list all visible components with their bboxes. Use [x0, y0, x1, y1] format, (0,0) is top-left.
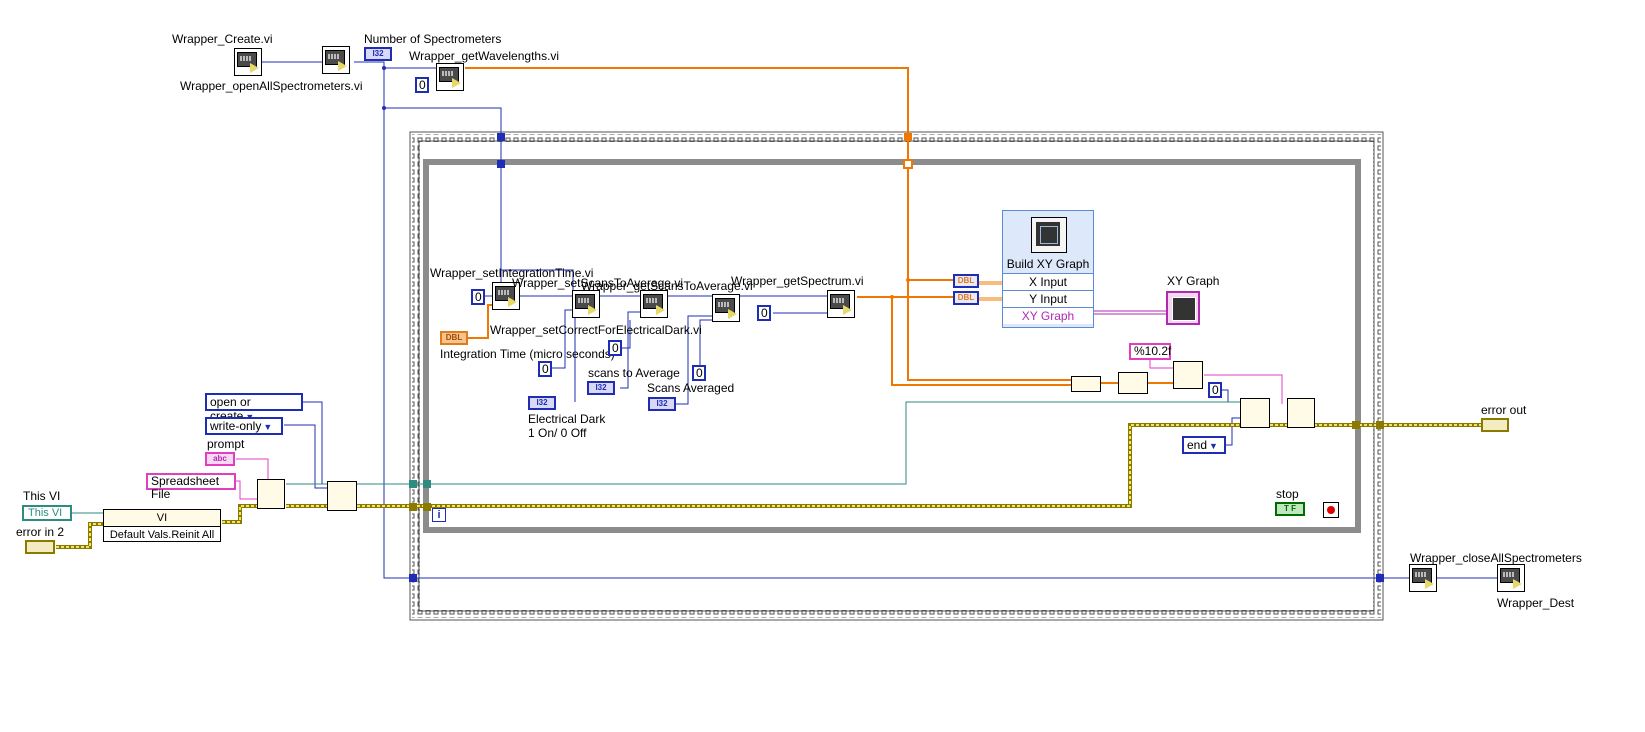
block-diagram — [56, 61, 1497, 621]
label-xy-graph: XY Graph — [1167, 274, 1220, 288]
label-electrical-dark-onoff: 1 On/ 0 Off — [528, 426, 587, 440]
write-only-value: write-only — [210, 419, 262, 433]
property-node-class: VI — [104, 510, 220, 527]
wrapper-set-correct-electrical-dark-vi[interactable] — [572, 290, 600, 318]
label-integration-time: Integration Time (micro seconds) — [440, 347, 615, 361]
label-electrical-dark: Electrical Dark — [528, 412, 606, 426]
wrapper-set-scans-to-average-vi[interactable] — [640, 290, 668, 318]
x-array-conversion[interactable]: DBL — [953, 274, 979, 288]
wrapper-close-all-spectrometers-vi[interactable] — [1409, 564, 1437, 592]
build-array-function[interactable] — [1071, 376, 1101, 392]
build-xy-graph-icon — [1031, 217, 1067, 253]
xy-graph-indicator[interactable] — [1166, 291, 1200, 325]
electrical-dark-index-constant[interactable]: 0 — [538, 361, 552, 377]
dbl-array-wires — [978, 281, 1003, 301]
property-node-property: Default Vals.Reinit All — [109, 529, 215, 541]
scans-averaged-indicator[interactable]: I32 — [648, 397, 676, 411]
label-scans-to-average: scans to Average — [588, 366, 680, 380]
label-prompt: prompt — [207, 437, 245, 451]
scans-index-constant[interactable]: 0 — [608, 340, 622, 356]
chevron-down-icon: ▼ — [1209, 441, 1218, 451]
build-xy-graph-express-vi[interactable]: Build XY Graph X Input Y Input XY Graph — [1002, 210, 1094, 328]
format-string-constant[interactable]: %10.2f — [1129, 343, 1171, 360]
label-this-vi: This VI — [23, 489, 61, 503]
wrapper-create-vi[interactable] — [234, 48, 262, 76]
wrapper-get-wavelengths-vi[interactable] — [436, 63, 464, 91]
wrapper-open-all-spectrometers-vi[interactable] — [322, 46, 350, 74]
label-wrapper-open-all: Wrapper_openAllSpectrometers.vi — [180, 79, 363, 93]
wrapper-destroy-vi[interactable] — [1497, 564, 1525, 592]
end-position-ring[interactable]: end ▼ — [1182, 436, 1226, 454]
get-scans-index-constant[interactable]: 0 — [692, 365, 706, 381]
iteration-terminal: i — [432, 508, 446, 522]
spectrum-index-constant[interactable]: 0 — [757, 305, 771, 321]
write-only-ring[interactable]: write-only ▼ — [205, 417, 283, 435]
wrapper-get-scans-to-average-vi[interactable] — [712, 294, 740, 322]
label-error-out: error out — [1481, 403, 1527, 417]
label-wrapper-get-wavelengths: Wrapper_getWavelengths.vi — [409, 49, 560, 63]
error-in-2-control[interactable] — [25, 540, 55, 554]
label-error-in-2: error in 2 — [16, 525, 65, 539]
error-out-indicator[interactable] — [1481, 418, 1509, 432]
prompt-control[interactable]: abc — [205, 452, 235, 466]
integration-index-constant[interactable]: 0 — [471, 289, 485, 305]
scans-to-average-control[interactable]: I32 — [587, 381, 615, 395]
wrapper-get-spectrum-vi[interactable] — [827, 290, 855, 318]
build-xy-graph-title: Build XY Graph — [1006, 257, 1090, 271]
integration-time-control[interactable]: DBL — [440, 331, 468, 345]
cluster-wire — [1094, 310, 1167, 315]
number-of-spectrometers-indicator[interactable]: I32 — [364, 47, 392, 61]
vi-property-node[interactable]: VI Default Vals.Reinit All — [103, 509, 221, 542]
stop-button-terminal[interactable]: T F — [1275, 502, 1305, 516]
label-wrapper-set-correct-electrical-dark: Wrapper_setCorrectForElectricalDark.vi — [490, 323, 702, 337]
label-wrapper-create: Wrapper_Create.vi — [172, 32, 273, 46]
label-number-of-spectrometers: Number of Spectrometers — [364, 32, 502, 46]
loop-condition-terminal[interactable] — [1323, 502, 1339, 518]
spreadsheet-file-constant[interactable]: Spreadsheet File — [146, 473, 236, 501]
write-to-text-file-function[interactable] — [1287, 398, 1315, 428]
label-stop: stop — [1276, 487, 1299, 501]
label-wrapper-destroy: Wrapper_Dest — [1497, 596, 1575, 610]
set-file-position-function[interactable] — [1240, 398, 1270, 428]
chevron-down-icon: ▼ — [263, 422, 273, 432]
y-input-terminal[interactable]: Y Input — [1003, 290, 1093, 307]
x-input-terminal[interactable]: X Input — [1003, 273, 1093, 290]
label-scans-averaged: Scans Averaged — [647, 381, 735, 395]
stop-icon — [1327, 506, 1335, 514]
file-position-constant[interactable]: 0 — [1208, 382, 1222, 398]
array-to-spreadsheet-string-function[interactable] — [1173, 361, 1203, 389]
label-wrapper-get-spectrum: Wrapper_getSpectrum.vi — [731, 274, 864, 288]
transpose-array-function[interactable] — [1118, 372, 1148, 394]
this-vi-reference[interactable]: This VI — [22, 505, 72, 521]
wavelengths-index-constant[interactable]: 0 — [415, 77, 429, 93]
open-create-replace-file-function[interactable] — [327, 481, 357, 511]
file-dialog-function[interactable] — [257, 479, 285, 509]
electrical-dark-control[interactable]: I32 — [528, 396, 556, 410]
y-array-conversion[interactable]: DBL — [953, 291, 979, 305]
open-or-create-ring[interactable]: open or create▼ — [205, 393, 303, 423]
end-position-value: end — [1187, 438, 1208, 452]
xy-graph-output-terminal[interactable]: XY Graph — [1003, 307, 1093, 324]
flat-sequence-frame — [409, 131, 1384, 621]
